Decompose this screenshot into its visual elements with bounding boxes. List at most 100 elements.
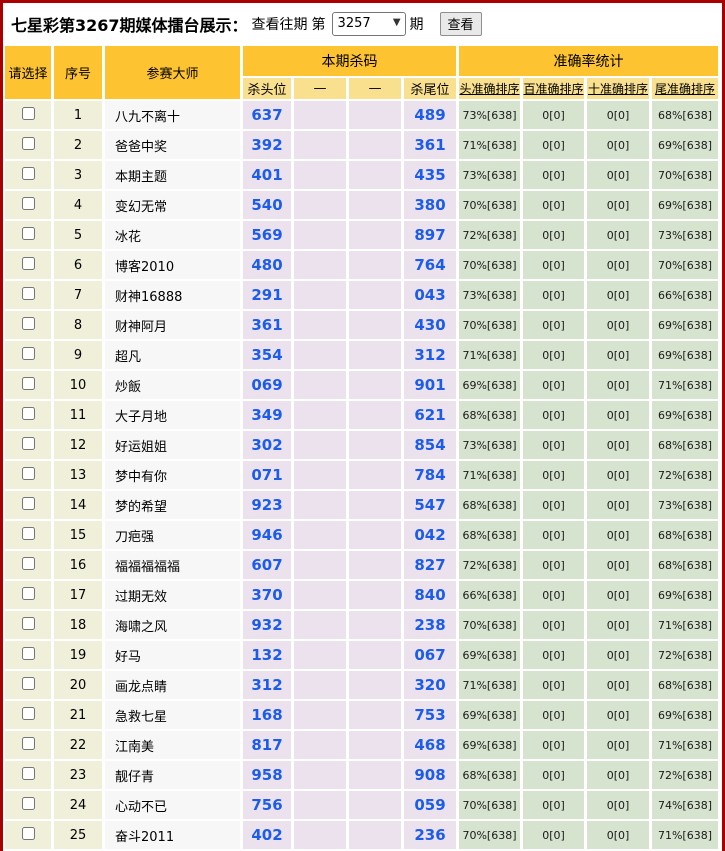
kill-cell — [349, 281, 401, 309]
accuracy-cell: 0[0] — [523, 761, 584, 789]
kill-cell — [294, 401, 346, 429]
row-checkbox[interactable] — [21, 166, 35, 180]
kill-cell: 817 — [243, 731, 291, 759]
period-select-wrap: 3257 ▼ — [331, 11, 406, 36]
row-master-name: 超凡 — [105, 341, 240, 369]
row-seq: 10 — [54, 371, 102, 399]
kill-cell: 349 — [243, 401, 291, 429]
row-select-cell — [5, 461, 51, 489]
kill-cell — [294, 221, 346, 249]
accuracy-cell: 69%[638] — [652, 401, 718, 429]
sort-link-ten-accuracy[interactable]: 十准确排序 — [588, 82, 648, 96]
row-checkbox[interactable] — [21, 136, 35, 150]
kill-cell — [349, 461, 401, 489]
accuracy-cell: 0[0] — [587, 221, 649, 249]
row-master-name: 刀疤强 — [105, 521, 240, 549]
kill-cell — [349, 671, 401, 699]
accuracy-cell: 0[0] — [587, 101, 649, 129]
kill-cell — [294, 161, 346, 189]
sort-link-tail-accuracy[interactable]: 尾准确排序 — [655, 82, 715, 96]
row-checkbox[interactable] — [21, 646, 35, 660]
kill-cell — [349, 341, 401, 369]
accuracy-cell: 0[0] — [523, 461, 584, 489]
row-checkbox[interactable] — [21, 826, 35, 840]
kill-cell: 067 — [404, 641, 456, 669]
row-checkbox[interactable] — [21, 286, 35, 300]
kill-cell — [294, 551, 346, 579]
row-checkbox[interactable] — [21, 526, 35, 540]
row-select-cell — [5, 251, 51, 279]
accuracy-cell: 0[0] — [523, 431, 584, 459]
row-checkbox[interactable] — [21, 196, 35, 210]
header-seq: 序号 — [54, 46, 102, 99]
kill-cell — [294, 791, 346, 819]
row-select-cell — [5, 101, 51, 129]
kill-cell: 756 — [243, 791, 291, 819]
row-seq: 2 — [54, 131, 102, 159]
row-checkbox[interactable] — [21, 586, 35, 600]
accuracy-cell: 0[0] — [587, 341, 649, 369]
accuracy-cell: 70%[638] — [459, 251, 520, 279]
accuracy-cell: 0[0] — [523, 731, 584, 759]
row-checkbox[interactable] — [21, 256, 35, 270]
kill-cell — [349, 581, 401, 609]
row-master-name: 八九不离十 — [105, 101, 240, 129]
row-master-name: 海啸之风 — [105, 611, 240, 639]
row-master-name: 冰花 — [105, 221, 240, 249]
row-checkbox[interactable] — [21, 676, 35, 690]
accuracy-cell: 69%[638] — [652, 581, 718, 609]
accuracy-cell: 71%[638] — [459, 131, 520, 159]
row-checkbox[interactable] — [21, 556, 35, 570]
row-seq: 17 — [54, 581, 102, 609]
row-seq: 22 — [54, 731, 102, 759]
row-checkbox[interactable] — [21, 346, 35, 360]
row-select-cell — [5, 161, 51, 189]
accuracy-cell: 69%[638] — [459, 731, 520, 759]
row-master-name: 好马 — [105, 641, 240, 669]
accuracy-cell: 0[0] — [587, 401, 649, 429]
row-checkbox[interactable] — [21, 106, 35, 120]
row-checkbox[interactable] — [21, 226, 35, 240]
row-master-name: 大子月地 — [105, 401, 240, 429]
row-checkbox[interactable] — [21, 316, 35, 330]
row-checkbox[interactable] — [21, 406, 35, 420]
accuracy-cell: 0[0] — [587, 521, 649, 549]
kill-cell — [349, 791, 401, 819]
accuracy-cell: 0[0] — [523, 791, 584, 819]
accuracy-cell: 68%[638] — [459, 761, 520, 789]
row-checkbox[interactable] — [21, 496, 35, 510]
row-checkbox[interactable] — [21, 706, 35, 720]
kill-cell: 547 — [404, 491, 456, 519]
table-row: 5 冰花 569 897 72%[638] 0[0] 0[0] 73%[638] — [5, 221, 718, 249]
row-checkbox[interactable] — [21, 736, 35, 750]
table-row: 11 大子月地 349 621 68%[638] 0[0] 0[0] 69%[6… — [5, 401, 718, 429]
period-select[interactable]: 3257 — [331, 11, 406, 36]
period-prefix-label: 第 — [311, 16, 326, 33]
sort-link-hundred-accuracy[interactable]: 百准确排序 — [523, 82, 583, 96]
accuracy-cell: 69%[638] — [652, 341, 718, 369]
table-body: 1 八九不离十 637 489 73%[638] 0[0] 0[0] 68%[6… — [5, 101, 718, 851]
table-row: 12 好运姐姐 302 854 73%[638] 0[0] 0[0] 68%[6… — [5, 431, 718, 459]
kill-cell: 071 — [243, 461, 291, 489]
row-checkbox[interactable] — [21, 616, 35, 630]
accuracy-cell: 68%[638] — [652, 551, 718, 579]
kill-cell — [294, 521, 346, 549]
row-master-name: 好运姐姐 — [105, 431, 240, 459]
row-select-cell — [5, 611, 51, 639]
row-checkbox[interactable] — [21, 796, 35, 810]
row-seq: 23 — [54, 761, 102, 789]
row-checkbox[interactable] — [21, 376, 35, 390]
kill-cell — [294, 251, 346, 279]
accuracy-cell: 0[0] — [523, 161, 584, 189]
sort-link-head-accuracy[interactable]: 头准确排序 — [459, 82, 519, 96]
row-checkbox[interactable] — [21, 466, 35, 480]
forecast-table: 请选择 序号 参赛大师 本期杀码 准确率统计 杀头位 — — 杀尾位 头准确排序… — [3, 44, 721, 851]
kill-cell — [349, 371, 401, 399]
header-kill-head: 杀头位 — [243, 78, 291, 99]
view-button[interactable]: 查看 — [439, 11, 482, 36]
row-master-name: 博客2010 — [105, 251, 240, 279]
row-select-cell — [5, 701, 51, 729]
row-checkbox[interactable] — [21, 766, 35, 780]
header-kill-dash-2: — — [349, 78, 401, 99]
row-checkbox[interactable] — [21, 436, 35, 450]
